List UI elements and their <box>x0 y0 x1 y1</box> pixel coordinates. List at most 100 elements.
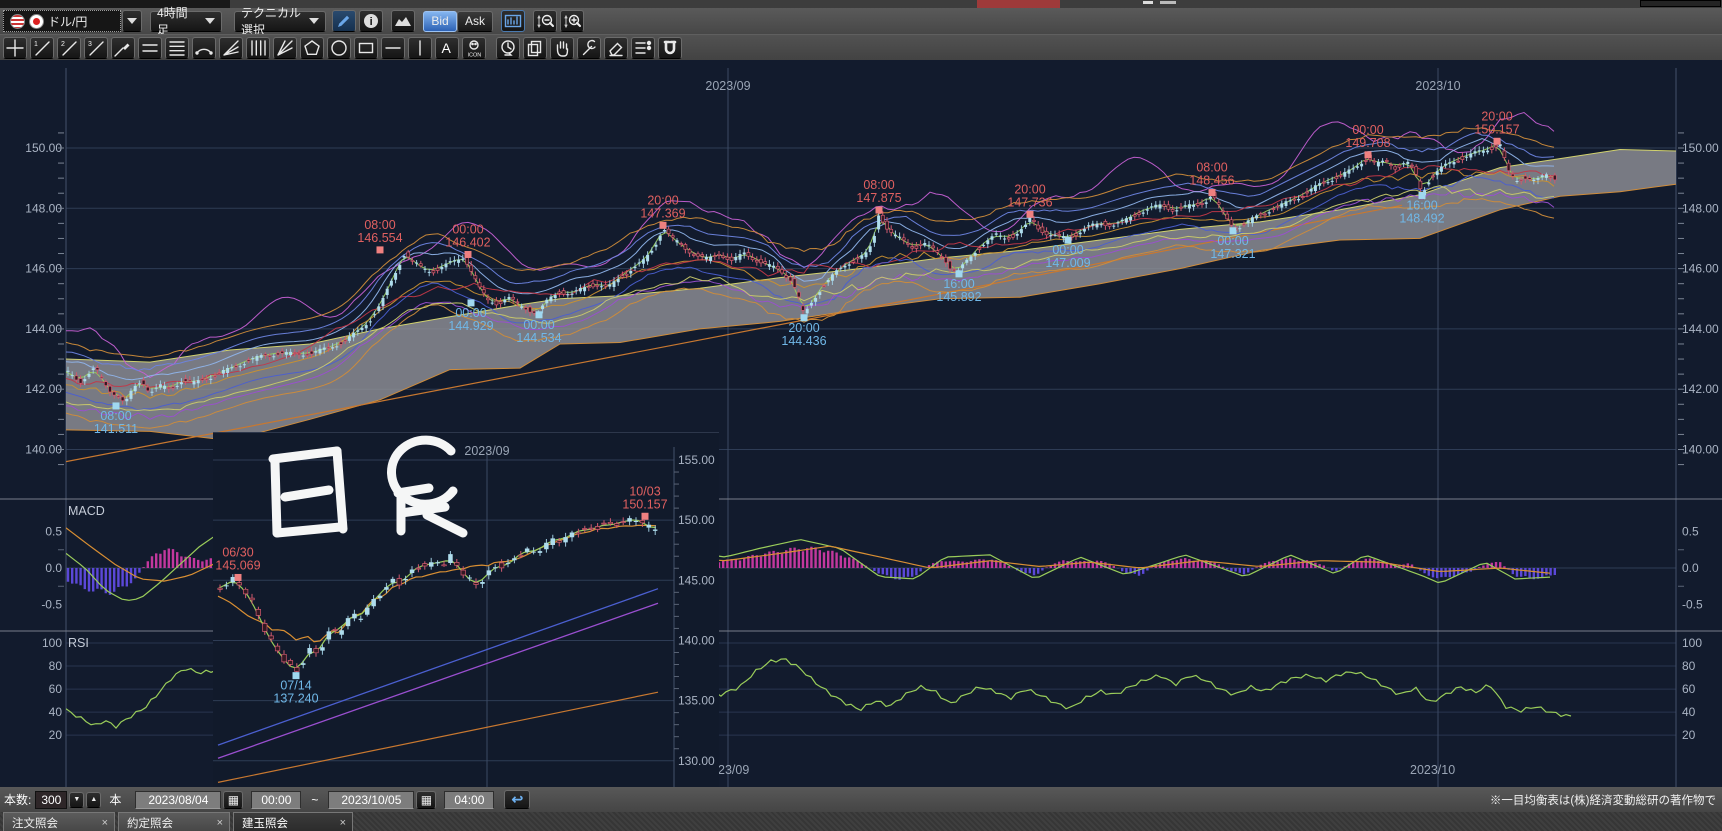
svg-text:RSI: RSI <box>68 636 89 650</box>
svg-text:0.5: 0.5 <box>45 525 62 539</box>
currency-pair-selector[interactable]: ドル/円 <box>3 10 121 32</box>
svg-text:146.554: 146.554 <box>357 231 402 245</box>
icon-stamp-tool-button[interactable]: ICON <box>462 37 486 59</box>
tab-execution-inquiry[interactable]: 約定照会 × <box>118 812 230 831</box>
undo-arrow-icon: ↩ <box>512 791 524 808</box>
tab-label: 注文照会 <box>12 815 58 831</box>
zoom-out-icon <box>536 12 555 31</box>
close-icon[interactable]: × <box>102 817 108 829</box>
ask-button[interactable]: Ask <box>457 11 493 32</box>
chevron-down-icon <box>127 18 137 24</box>
svg-text:00:00: 00:00 <box>455 306 486 320</box>
pair-dropdown-button[interactable] <box>122 10 142 32</box>
fan-lines-tool-button[interactable] <box>219 37 243 59</box>
quad-horizontal-line-tool-button[interactable] <box>165 37 189 59</box>
svg-text:08:00: 08:00 <box>100 409 131 423</box>
time-from-field[interactable]: 00:00 <box>251 791 301 809</box>
svg-text:40: 40 <box>1682 705 1696 719</box>
svg-text:60: 60 <box>49 682 63 696</box>
vertical-line-tool-button[interactable] <box>408 37 432 59</box>
svg-text:0.0: 0.0 <box>45 561 62 575</box>
zoom-in-button[interactable] <box>560 10 584 32</box>
count-increase-button[interactable]: ▲ <box>86 792 101 808</box>
date-from-calendar-button[interactable]: ▦ <box>223 791 243 809</box>
zoom-out-button[interactable] <box>533 10 557 32</box>
info-button[interactable]: i <box>359 10 383 32</box>
pencil-line-tool-button[interactable] <box>111 37 135 59</box>
rectangle-tool-button[interactable] <box>354 37 378 59</box>
crosshair-tool-button[interactable] <box>3 37 27 59</box>
wrench-tool-button[interactable] <box>577 37 601 59</box>
ellipse-tool-button[interactable] <box>327 37 351 59</box>
inset-daily-chart[interactable]: 155.00150.00145.00140.00135.00130.002023… <box>213 432 719 788</box>
svg-text:20: 20 <box>1682 728 1696 742</box>
svg-text:20:00: 20:00 <box>1481 109 1512 123</box>
svg-text:130.00: 130.00 <box>678 754 715 768</box>
svg-text:150.00: 150.00 <box>25 141 62 155</box>
svg-text:60: 60 <box>1682 682 1696 696</box>
draw-pencil-button[interactable] <box>332 10 356 32</box>
svg-text:20: 20 <box>49 728 63 742</box>
svg-text:00:00: 00:00 <box>452 222 483 236</box>
tab-label: 約定照会 <box>127 815 173 831</box>
trendline-3-tool-button[interactable]: 3 <box>84 37 108 59</box>
inset-axis-labels: 155.00150.00145.00140.00135.00130.002023… <box>464 444 715 768</box>
count-decrease-button[interactable]: ▼ <box>69 792 84 808</box>
bid-button[interactable]: Bid <box>423 11 457 32</box>
quad-horizontal-line-icon <box>166 37 188 59</box>
ellipse-icon <box>328 37 350 59</box>
drawing-toolbar: 123 A ICON <box>0 34 1722 61</box>
horizontal-line-tool-button[interactable] <box>381 37 405 59</box>
vertical-grid-tool-button[interactable] <box>246 37 270 59</box>
technical-select[interactable]: テクニカル選択 <box>234 11 326 32</box>
date-to-calendar-button[interactable]: ▦ <box>416 791 436 809</box>
indicator-settings-tool-button[interactable] <box>631 37 655 59</box>
svg-text:2023/10: 2023/10 <box>1415 79 1460 93</box>
pan-hand-icon <box>551 37 573 59</box>
chevron-up-icon: ▲ <box>90 796 97 803</box>
time-to-field[interactable]: 04:00 <box>444 791 494 809</box>
area-chart-button[interactable] <box>391 10 415 32</box>
trendline-1-icon: 1 <box>31 37 53 59</box>
gann-fan-tool-button[interactable] <box>273 37 297 59</box>
fan-lines-icon <box>220 37 242 59</box>
svg-text:ICON: ICON <box>468 53 482 59</box>
tick-chart-button[interactable] <box>501 10 525 32</box>
double-horizontal-line-tool-button[interactable] <box>138 37 162 59</box>
ask-label: Ask <box>465 14 485 28</box>
svg-text:2023/09: 2023/09 <box>464 444 509 458</box>
close-icon[interactable]: × <box>340 817 346 829</box>
eraser-icon <box>605 37 627 59</box>
date-to-field[interactable]: 2023/10/05 <box>328 791 414 809</box>
date-from-field[interactable]: 2023/08/04 <box>135 791 221 809</box>
close-icon[interactable]: × <box>217 817 223 829</box>
eraser-tool-button[interactable] <box>604 37 628 59</box>
bar-count-unit: 本 <box>109 791 121 808</box>
history-tool-button[interactable] <box>496 37 520 59</box>
svg-text:142.00: 142.00 <box>25 382 62 396</box>
copy-tool-button[interactable] <box>523 37 547 59</box>
trendline-1-tool-button[interactable]: 1 <box>30 37 54 59</box>
timeframe-select[interactable]: 4時間足 <box>150 11 222 32</box>
svg-text:00:00: 00:00 <box>1052 243 1083 257</box>
bar-count-input[interactable]: 300 <box>35 791 67 809</box>
wrench-icon <box>578 37 600 59</box>
svg-text:141.511: 141.511 <box>94 422 138 436</box>
svg-text:147.369: 147.369 <box>640 206 685 220</box>
arc-tool-button[interactable] <box>192 37 216 59</box>
pan-hand-tool-button[interactable] <box>550 37 574 59</box>
svg-text:00:00: 00:00 <box>1352 123 1383 137</box>
tab-order-inquiry[interactable]: 注文照会 × <box>3 812 115 831</box>
pentagon-tool-button[interactable] <box>300 37 324 59</box>
text-tool-button[interactable]: A <box>435 37 459 59</box>
reset-range-button[interactable]: ↩ <box>504 790 530 809</box>
svg-text:16:00: 16:00 <box>1406 198 1437 212</box>
svg-text:20:00: 20:00 <box>1014 182 1045 196</box>
title-strip-corner-box <box>1640 0 1721 7</box>
svg-text:i: i <box>370 16 373 28</box>
trendline-3-icon: 3 <box>85 37 107 59</box>
trendline-2-tool-button[interactable]: 2 <box>57 37 81 59</box>
magnet-tool-button[interactable] <box>658 37 682 59</box>
technical-select-label: テクニカル選択 <box>241 4 301 38</box>
tab-position-inquiry[interactable]: 建玉照会× <box>233 812 353 831</box>
